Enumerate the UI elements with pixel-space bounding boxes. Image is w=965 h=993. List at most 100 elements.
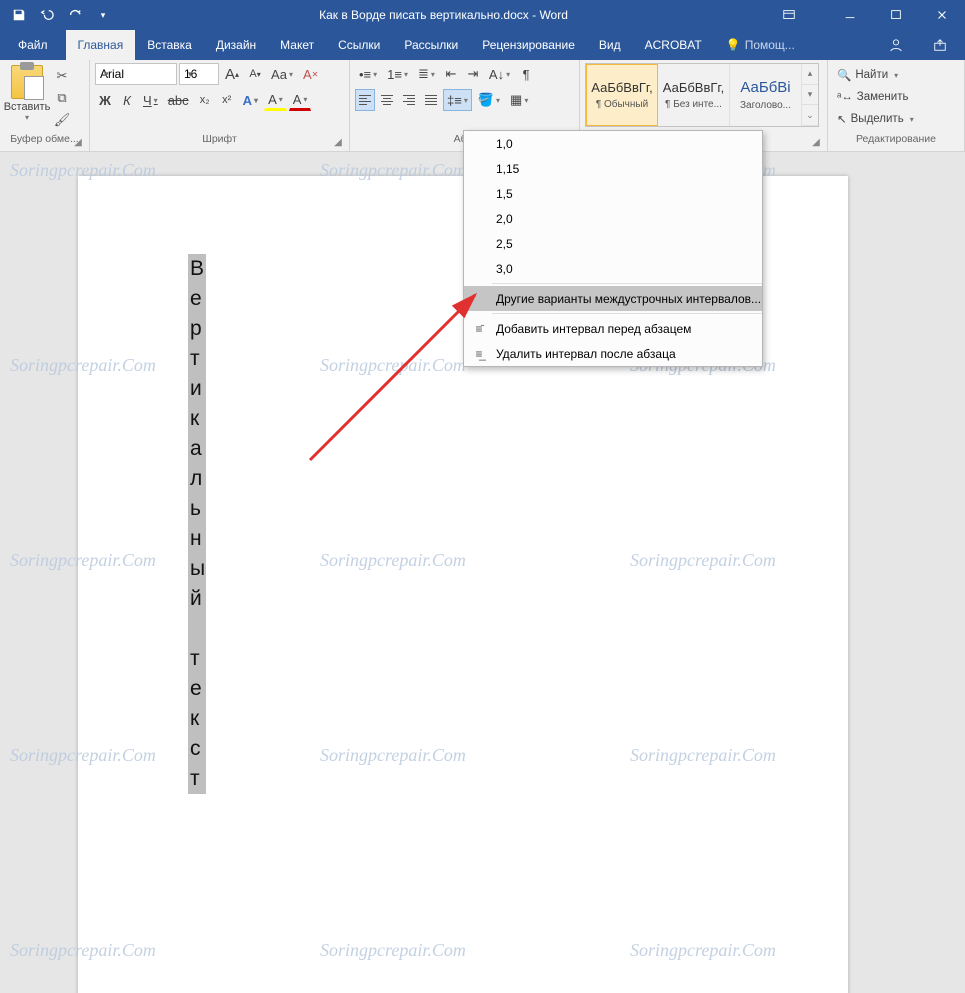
tab-references[interactable]: Ссылки — [326, 30, 392, 60]
change-case-button[interactable]: Aa — [267, 63, 297, 85]
group-font: Arial▾ 16▾ A▴ A▾ Aa A✕ Ж К Ч abc x₂ x² A… — [90, 60, 350, 151]
group-clipboard: Вставить ▾ ✂ ⧉ 🖌 Буфер обме...◢ — [0, 60, 90, 151]
minimize-icon — [843, 8, 857, 22]
find-button[interactable]: 🔍Найти▾ — [833, 65, 918, 85]
spacing-other-options[interactable]: Другие варианты междустрочных интервалов… — [464, 286, 762, 311]
font-color-button[interactable]: A — [289, 89, 312, 111]
brush-icon: 🖌 — [54, 112, 71, 128]
superscript-button[interactable]: x² — [217, 89, 237, 111]
spacing-option[interactable]: 3,0 — [464, 256, 762, 281]
replace-button[interactable]: ᵃ↔Заменить — [833, 87, 918, 107]
styles-launcher[interactable]: ◢ — [810, 137, 822, 149]
tab-acrobat[interactable]: ACROBAT — [633, 30, 714, 60]
char: к — [188, 404, 206, 434]
ribbon-options-button[interactable] — [771, 0, 807, 30]
sort-icon: A↓ — [489, 67, 504, 82]
align-left-icon — [359, 95, 371, 105]
paste-icon — [11, 65, 43, 99]
group-editing-label: Редактирование — [856, 133, 936, 145]
tab-design[interactable]: Дизайн — [204, 30, 268, 60]
tab-mailings[interactable]: Рассылки — [392, 30, 470, 60]
bullets-icon: •≡ — [359, 67, 371, 82]
underline-button[interactable]: Ч — [139, 89, 162, 111]
tell-me[interactable]: 💡 Помощ... — [714, 30, 807, 60]
justify-button[interactable] — [421, 89, 441, 111]
pilcrow-icon: ¶ — [523, 67, 530, 82]
remove-space-after[interactable]: ≡̲Удалить интервал после абзаца — [464, 341, 762, 366]
show-marks-button[interactable]: ¶ — [516, 63, 536, 85]
spacing-option[interactable]: 2,5 — [464, 231, 762, 256]
qat-customize-button[interactable]: ▾ — [90, 2, 116, 28]
replace-icon: ᵃ↔ — [837, 91, 853, 103]
bullets-button[interactable]: •≡ — [355, 63, 381, 85]
paint-bucket-icon: 🪣 — [478, 92, 494, 108]
maximize-button[interactable] — [873, 0, 919, 30]
char: с — [188, 734, 206, 764]
tab-layout[interactable]: Макет — [268, 30, 326, 60]
undo-button[interactable] — [34, 2, 60, 28]
grow-font-button[interactable]: A▴ — [221, 63, 243, 85]
char: т — [188, 764, 206, 794]
save-button[interactable] — [6, 2, 32, 28]
highlight-button[interactable]: A — [264, 89, 287, 111]
style-normal[interactable]: АаБбВвГг, ¶ Обычный — [586, 64, 658, 126]
styles-gallery[interactable]: АаБбВвГг, ¶ Обычный АаБбВвГг, ¶ Без инте… — [585, 63, 819, 127]
tab-insert[interactable]: Вставка — [135, 30, 204, 60]
subscript-button[interactable]: x₂ — [195, 89, 215, 111]
search-icon: 🔍 — [837, 68, 851, 82]
numbering-button[interactable]: 1≡ — [383, 63, 412, 85]
align-right-button[interactable] — [399, 89, 419, 111]
select-button[interactable]: ↖Выделить▾ — [833, 109, 918, 129]
paste-button[interactable]: Вставить ▾ — [5, 63, 49, 133]
spacing-option[interactable]: 1,5 — [464, 181, 762, 206]
font-name-combo[interactable]: Arial▾ — [95, 63, 177, 85]
style-heading1[interactable]: АаБбВі Заголово... — [730, 64, 802, 126]
style-no-spacing[interactable]: АаБбВвГг, ¶ Без инте... — [658, 64, 730, 126]
align-left-button[interactable] — [355, 89, 375, 111]
undo-icon — [40, 8, 54, 22]
styles-more[interactable]: ▴▾⌄ — [802, 64, 818, 126]
account-button[interactable] — [877, 30, 915, 60]
bulb-icon: 💡 — [726, 38, 741, 52]
clipboard-launcher[interactable]: ◢ — [72, 137, 84, 149]
tab-view[interactable]: Вид — [587, 30, 633, 60]
align-center-button[interactable] — [377, 89, 397, 111]
line-spacing-button[interactable]: ‡≡ — [443, 89, 472, 111]
group-clipboard-label: Буфер обме... — [10, 133, 78, 145]
format-painter-button[interactable]: 🖌 — [53, 111, 71, 129]
cut-button[interactable]: ✂ — [53, 67, 71, 85]
minimize-button[interactable] — [827, 0, 873, 30]
char: н — [188, 524, 206, 554]
strikethrough-button[interactable]: abc — [164, 89, 193, 111]
align-right-icon — [403, 95, 415, 105]
tab-file[interactable]: Файл — [0, 30, 66, 60]
shrink-font-button[interactable]: A▾ — [245, 63, 265, 85]
share-button[interactable] — [915, 30, 965, 60]
tab-home[interactable]: Главная — [66, 30, 136, 60]
spacing-option[interactable]: 1,0 — [464, 131, 762, 156]
add-space-before[interactable]: ≡̄Добавить интервал перед абзацем — [464, 316, 762, 341]
sort-button[interactable]: A↓ — [485, 63, 514, 85]
borders-button[interactable]: ▦ — [506, 89, 532, 111]
decrease-indent-button[interactable]: ⇤ — [441, 63, 461, 85]
vertical-text[interactable]: В е р т и к а л ь н ы й т е к с т — [188, 254, 206, 794]
spacing-option[interactable]: 1,15 — [464, 156, 762, 181]
font-size-value: 16 — [184, 67, 197, 81]
increase-indent-button[interactable]: ⇥ — [463, 63, 483, 85]
clear-formatting-button[interactable]: A✕ — [299, 63, 322, 85]
save-icon — [12, 8, 26, 22]
bold-button[interactable]: Ж — [95, 89, 115, 111]
char-space — [188, 614, 206, 644]
tab-review[interactable]: Рецензирование — [470, 30, 587, 60]
italic-button[interactable]: К — [117, 89, 137, 111]
text-effects-button[interactable]: A — [239, 89, 262, 111]
font-size-combo[interactable]: 16▾ — [179, 63, 219, 85]
shading-button[interactable]: 🪣 — [474, 89, 504, 111]
redo-button[interactable] — [62, 2, 88, 28]
window-buttons — [771, 0, 965, 30]
close-button[interactable] — [919, 0, 965, 30]
copy-button[interactable]: ⧉ — [53, 89, 71, 107]
font-launcher[interactable]: ◢ — [332, 137, 344, 149]
spacing-option[interactable]: 2,0 — [464, 206, 762, 231]
multilevel-button[interactable]: ≣ — [414, 63, 439, 85]
